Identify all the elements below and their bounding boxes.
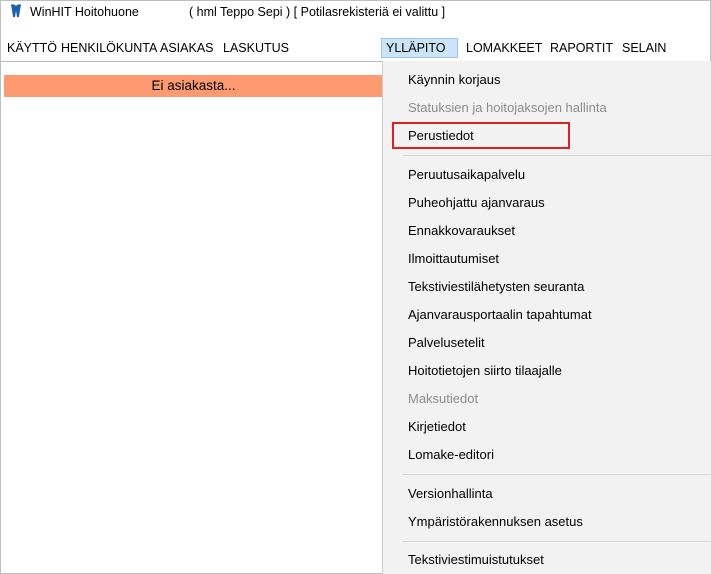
menu-selain[interactable]: SELAIN [618, 38, 670, 58]
menu-separator [403, 541, 711, 542]
menu-yllapito[interactable]: YLLÄPITO [381, 38, 458, 58]
tooth-icon [11, 4, 21, 18]
menu-label: ASIAKAS [160, 41, 214, 55]
menu-item-ajanvarausportaalin-tapahtumat[interactable]: Ajanvarausportaalin tapahtumat [408, 304, 592, 326]
menu-item-puheohjattu-ajanvaraus[interactable]: Puheohjattu ajanvaraus [408, 192, 545, 214]
menu-separator [403, 474, 711, 475]
menu-kaytto[interactable]: KÄYTTÖ [3, 38, 61, 58]
app-title: WinHIT Hoitohuone [30, 5, 139, 19]
yllapito-dropdown-menu: Käynnin korjaus Statuksien ja hoitojakso… [382, 61, 711, 574]
title-bar: WinHIT Hoitohuone ( hml Teppo Sepi ) [ P… [1, 1, 710, 22]
panel-divider [1, 61, 382, 68]
menu-henkilokunta[interactable]: HENKILÖKUNTA [57, 38, 161, 58]
menu-item-versionhallinta[interactable]: Versionhallinta [408, 483, 493, 505]
menu-label: LASKUTUS [223, 41, 289, 55]
customer-panel: Ei asiakasta... [1, 61, 383, 572]
menu-label: SELAIN [622, 41, 667, 55]
menu-item-peruutusaikapalvelu[interactable]: Peruutusaikapalvelu [408, 164, 525, 186]
menu-laskutus[interactable]: LASKUTUS [219, 38, 293, 58]
menu-label: RAPORTIT [550, 41, 613, 55]
menu-asiakas[interactable]: ASIAKAS [156, 38, 218, 58]
perustiedot-highlight [392, 122, 570, 149]
menu-separator [403, 155, 711, 156]
menu-item-lomake-editori[interactable]: Lomake-editori [408, 444, 494, 466]
menu-item-maksutiedot: Maksutiedot [408, 391, 479, 406]
menu-item-kaynnin-korjaus[interactable]: Käynnin korjaus [408, 69, 501, 91]
menu-item-kirjetiedot[interactable]: Kirjetiedot [408, 416, 466, 438]
menu-item-statuksien-hallinta: Statuksien ja hoitojaksojen hallinta [408, 100, 607, 115]
menu-item-ilmoittautumiset[interactable]: Ilmoittautumiset [408, 248, 499, 270]
session-info: ( hml Teppo Sepi ) [ Potilasrekisteriä e… [189, 5, 446, 19]
menu-item-hoitotietojen-siirto[interactable]: Hoitotietojen siirto tilaajalle [408, 360, 562, 382]
menu-item-tekstiviestilahetysten-seuranta[interactable]: Tekstiviestilähetysten seuranta [408, 276, 584, 298]
menu-raportit[interactable]: RAPORTIT [546, 38, 617, 58]
menu-item-tekstiviestimuistutukset[interactable]: Tekstiviestimuistutukset [408, 549, 544, 571]
menu-item-ennakkovaraukset[interactable]: Ennakkovaraukset [408, 220, 515, 242]
menu-bar: KÄYTTÖ HENKILÖKUNTA ASIAKAS LASKUTUS YLL… [1, 22, 710, 61]
menu-label: YLLÄPITO [386, 41, 446, 55]
no-customer-banner: Ei asiakasta... [4, 75, 383, 97]
menu-label: LOMAKKEET [466, 41, 543, 55]
menu-label: KÄYTTÖ [7, 41, 58, 55]
menu-item-palvelusetelit[interactable]: Palvelusetelit [408, 332, 485, 354]
menu-lomakkeet[interactable]: LOMAKKEET [462, 38, 546, 58]
menu-item-ymparistorakennuksen-asetus[interactable]: Ympäristörakennuksen asetus [408, 511, 583, 533]
menu-label: HENKILÖKUNTA [61, 41, 158, 55]
